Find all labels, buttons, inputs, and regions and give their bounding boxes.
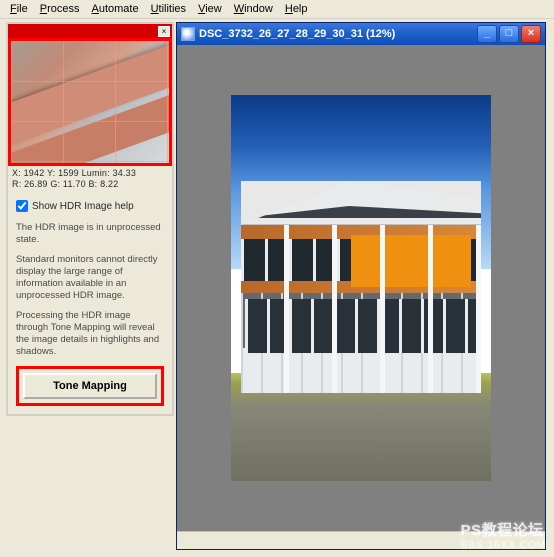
help-text-2: Standard monitors cannot directly displa…: [16, 254, 164, 302]
readout-line2: R: 26.89 G: 11.70 B: 8.22: [12, 179, 168, 190]
maximize-button[interactable]: □: [499, 25, 519, 43]
readout-line1: X: 1942 Y: 1599 Lumin: 34.33: [12, 168, 168, 179]
preview-highlight: [8, 38, 172, 166]
menubar: FFileile Process Automate Utilities View…: [0, 0, 554, 19]
menu-utilities[interactable]: Utilities: [147, 2, 190, 16]
tone-mapping-button[interactable]: Tone Mapping: [23, 373, 157, 399]
help-text-1: The HDR image is in unprocessed state.: [16, 222, 164, 246]
menu-window[interactable]: Window: [230, 2, 277, 16]
show-help-checkbox-row[interactable]: Show HDR Image help: [16, 200, 164, 212]
hdr-photo: [231, 95, 491, 481]
menu-process[interactable]: Process: [36, 2, 84, 16]
panel-close-icon[interactable]: ×: [158, 26, 170, 37]
canvas-area[interactable]: [177, 45, 545, 531]
menu-file[interactable]: FFileile: [6, 2, 32, 16]
menu-automate[interactable]: Automate: [88, 2, 143, 16]
panel-titlebar: ×: [8, 24, 172, 38]
image-window-title: DSC_3732_26_27_28_29_30_31 (12%): [199, 28, 395, 40]
tone-mapping-highlight: Tone Mapping: [16, 366, 164, 406]
minimize-button[interactable]: _: [477, 25, 497, 43]
image-window: DSC_3732_26_27_28_29_30_31 (12%) _ □ ×: [176, 22, 546, 550]
menu-view[interactable]: View: [194, 2, 226, 16]
image-window-statusbar: [177, 531, 545, 549]
menu-help[interactable]: Help: [281, 2, 312, 16]
hdr-preview[interactable]: [11, 41, 169, 163]
hdr-panel: × X: 1942 Y: 1599 Lumin: 34.33 R: 26.89 …: [6, 22, 174, 416]
image-window-titlebar[interactable]: DSC_3732_26_27_28_29_30_31 (12%) _ □ ×: [177, 23, 545, 45]
help-text-3: Processing the HDR image through Tone Ma…: [16, 310, 164, 358]
document-icon: [181, 27, 195, 41]
close-button[interactable]: ×: [521, 25, 541, 43]
show-help-checkbox[interactable]: [16, 200, 28, 212]
pixel-readout: X: 1942 Y: 1599 Lumin: 34.33 R: 26.89 G:…: [8, 166, 172, 192]
show-help-label: Show HDR Image help: [32, 201, 134, 212]
